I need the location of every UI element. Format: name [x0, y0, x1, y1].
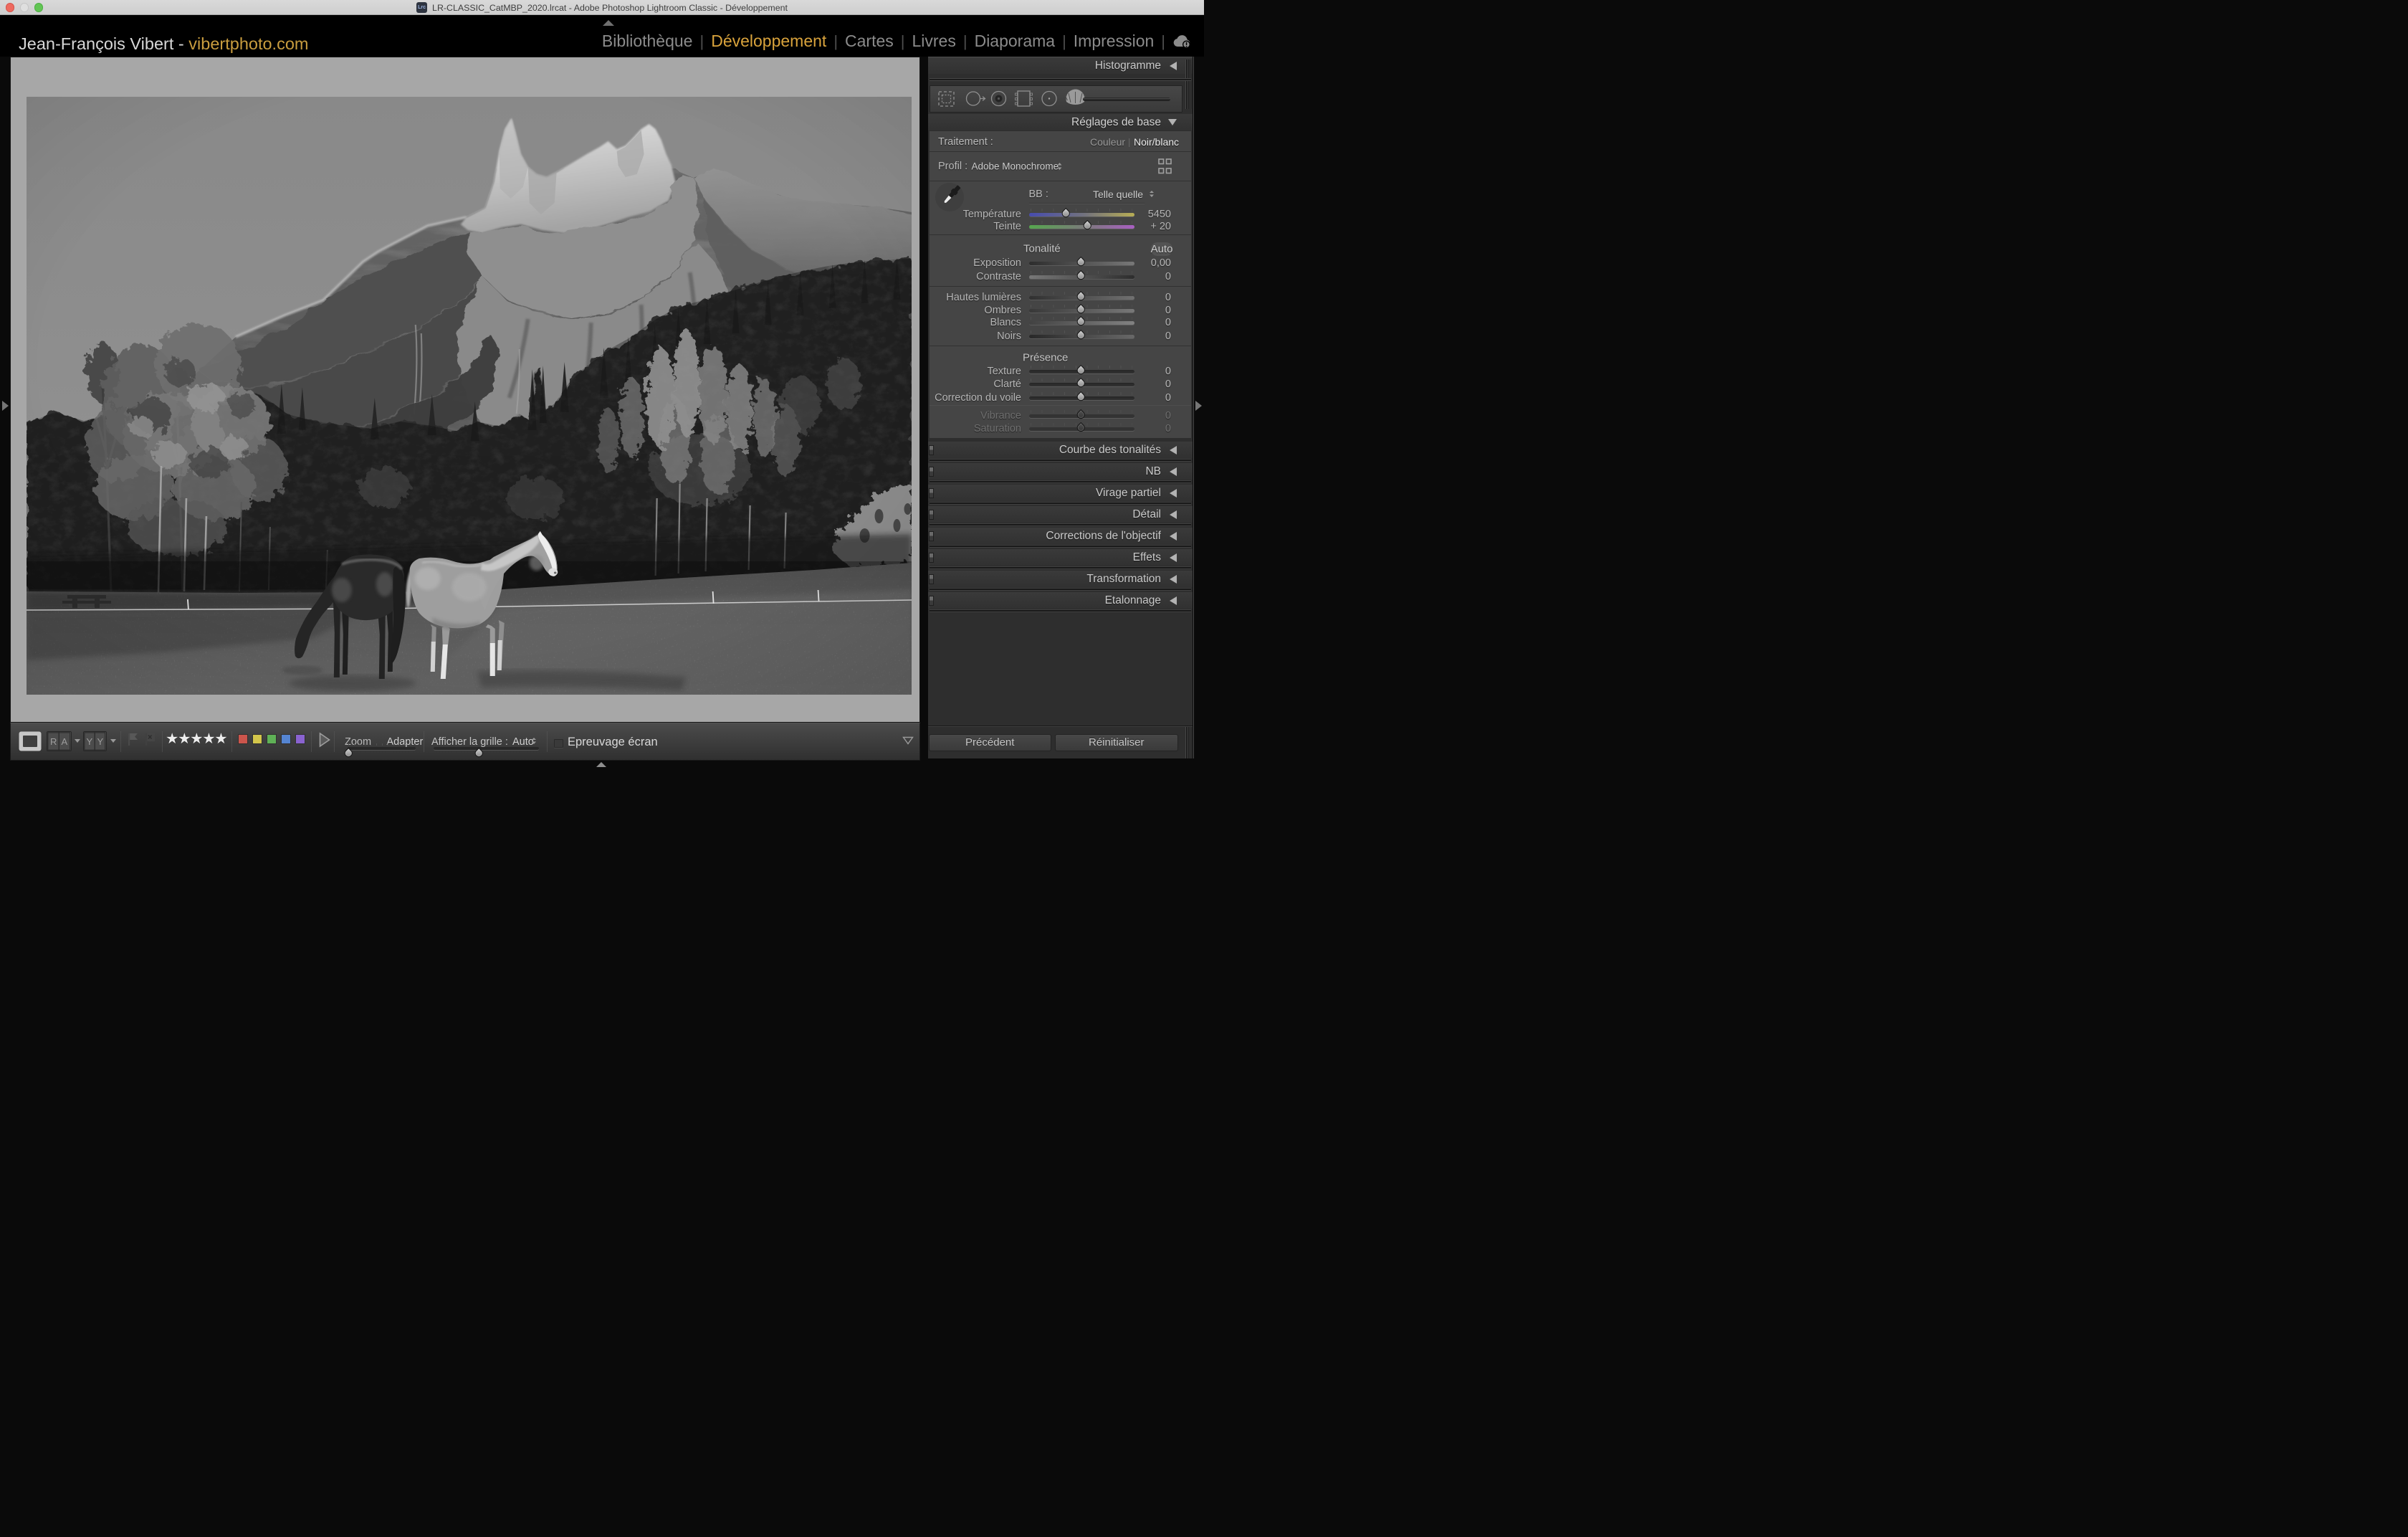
svg-text:Y: Y: [87, 736, 93, 747]
svg-text:Y: Y: [97, 736, 104, 747]
svg-text:R: R: [50, 736, 57, 747]
svg-text:A: A: [62, 736, 68, 747]
